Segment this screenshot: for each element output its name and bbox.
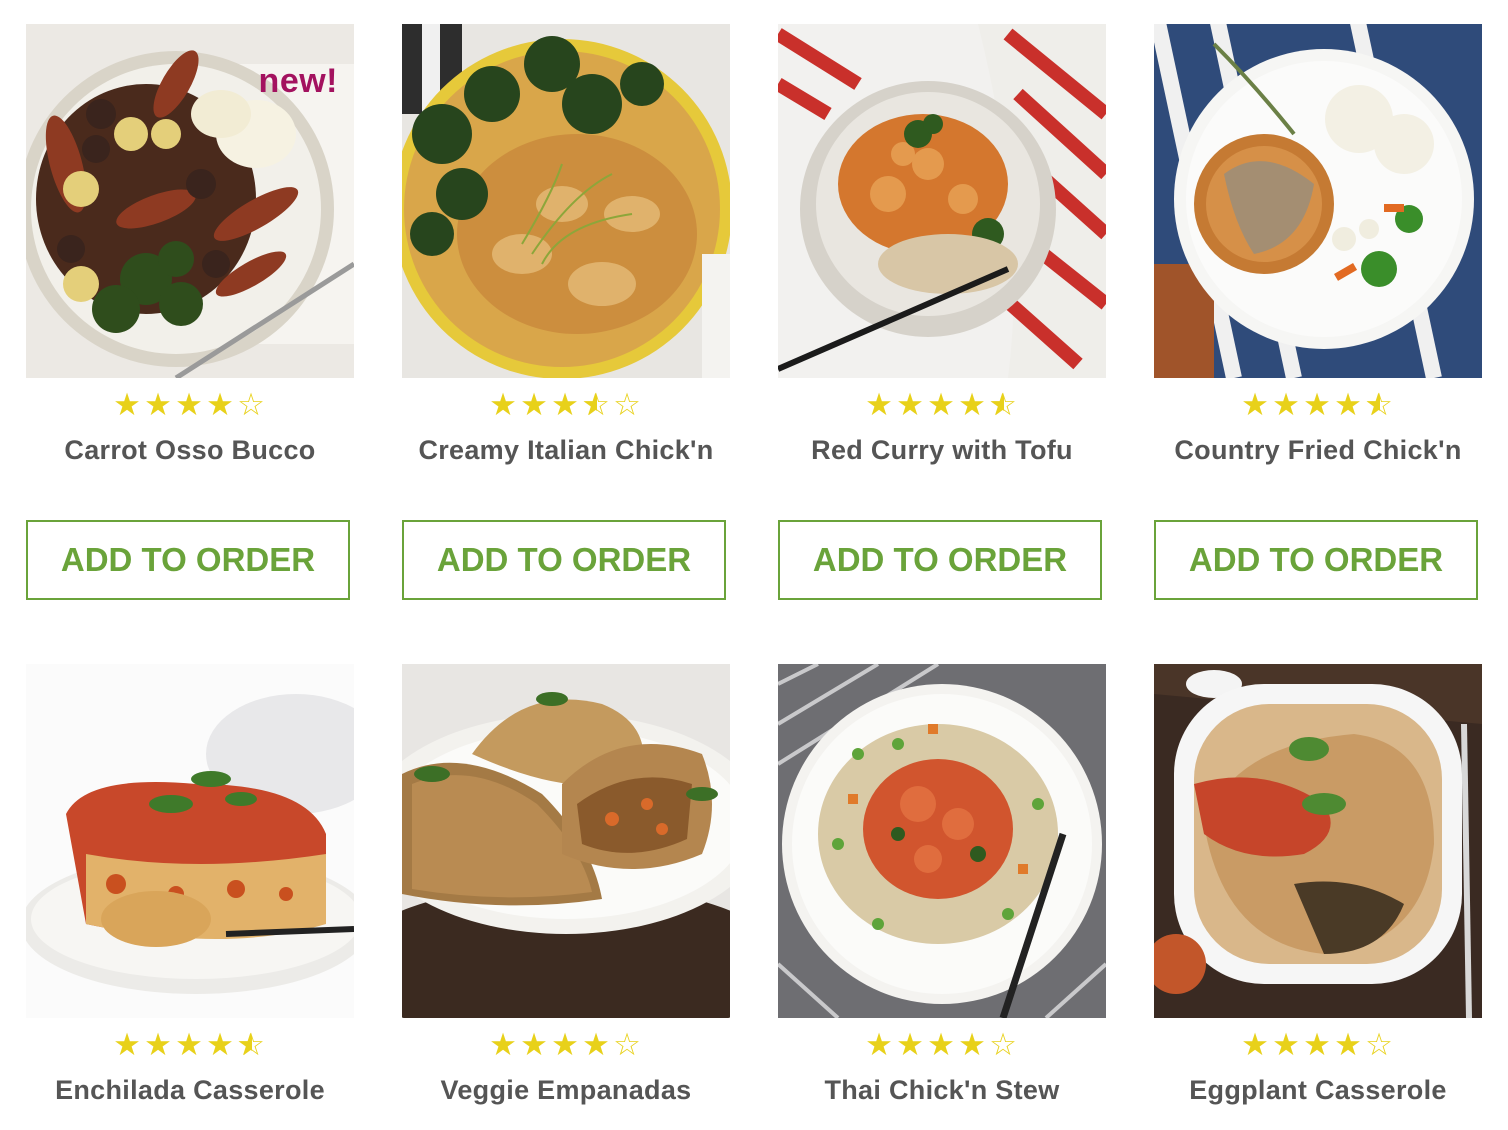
- star-full-icon: ★: [113, 1027, 143, 1062]
- star-full-icon: ★: [896, 1027, 926, 1062]
- product-image[interactable]: new!: [26, 24, 354, 378]
- star-full-icon: ★: [551, 1027, 581, 1062]
- country-fried-photo: [1154, 24, 1482, 378]
- star-half-icon: ☆★: [582, 387, 612, 422]
- star-rating: ★★★★☆★: [26, 1028, 354, 1062]
- eggplant-casserole-photo: [1154, 664, 1482, 1018]
- product-grid: new! ★★★★☆ Carrot Osso Bucco ADD TO ORDE…: [0, 0, 1508, 1130]
- add-to-order-button[interactable]: ADD TO ORDER: [26, 520, 350, 600]
- star-full-icon: ★: [1272, 387, 1302, 422]
- star-full-icon: ★: [520, 387, 550, 422]
- star-empty-icon: ☆: [613, 387, 643, 422]
- product-card: ★★★☆★☆ Creamy Italian Chick'n ADD TO ORD…: [402, 24, 730, 604]
- star-empty-icon: ☆: [613, 1027, 643, 1062]
- star-full-icon: ★: [551, 387, 581, 422]
- star-half-icon: ☆★: [1365, 387, 1395, 422]
- star-full-icon: ★: [175, 1027, 205, 1062]
- star-rating: ★★★★☆: [1154, 1028, 1482, 1062]
- star-full-icon: ★: [144, 387, 174, 422]
- star-full-icon: ★: [520, 1027, 550, 1062]
- star-full-icon: ★: [175, 387, 205, 422]
- enchilada-casserole-photo: [26, 664, 354, 1018]
- star-full-icon: ★: [896, 387, 926, 422]
- creamy-italian-photo: [402, 24, 730, 378]
- product-card: new! ★★★★☆ Carrot Osso Bucco ADD TO ORDE…: [26, 24, 354, 604]
- star-rating: ★★★★☆★: [1154, 388, 1482, 422]
- star-full-icon: ★: [1241, 1027, 1271, 1062]
- product-title[interactable]: Enchilada Casserole: [6, 1075, 374, 1106]
- star-full-icon: ★: [958, 1027, 988, 1062]
- star-full-icon: ★: [489, 387, 519, 422]
- new-badge: new!: [258, 62, 338, 100]
- star-full-icon: ★: [582, 1027, 612, 1062]
- product-image[interactable]: [1154, 664, 1482, 1018]
- add-to-order-button[interactable]: ADD TO ORDER: [1154, 520, 1478, 600]
- star-full-icon: ★: [1241, 387, 1271, 422]
- star-half-icon: ☆★: [237, 1027, 267, 1062]
- product-image[interactable]: [778, 664, 1106, 1018]
- product-image[interactable]: [402, 664, 730, 1018]
- product-card: ★★★★☆ Veggie Empanadas: [402, 664, 730, 1130]
- star-full-icon: ★: [865, 387, 895, 422]
- add-to-order-button[interactable]: ADD TO ORDER: [778, 520, 1102, 600]
- product-card: ★★★★☆★ Country Fried Chick'n ADD TO ORDE…: [1154, 24, 1482, 604]
- star-full-icon: ★: [1334, 1027, 1364, 1062]
- star-full-icon: ★: [865, 1027, 895, 1062]
- product-image[interactable]: [402, 24, 730, 378]
- star-full-icon: ★: [489, 1027, 519, 1062]
- star-full-icon: ★: [1303, 1027, 1333, 1062]
- product-card: ★★★★☆ Eggplant Casserole: [1154, 664, 1482, 1130]
- star-full-icon: ★: [113, 387, 143, 422]
- star-full-icon: ★: [927, 387, 957, 422]
- star-empty-icon: ☆: [1365, 1027, 1395, 1062]
- star-rating: ★★★★☆★: [778, 388, 1106, 422]
- star-rating: ★★★★☆: [402, 1028, 730, 1062]
- star-full-icon: ★: [206, 387, 236, 422]
- star-full-icon: ★: [927, 1027, 957, 1062]
- star-half-icon: ☆★: [989, 387, 1019, 422]
- star-rating: ★★★★☆: [778, 1028, 1106, 1062]
- star-full-icon: ★: [1334, 387, 1364, 422]
- product-image[interactable]: [778, 24, 1106, 378]
- product-title[interactable]: Creamy Italian Chick'n: [382, 435, 750, 466]
- product-title[interactable]: Country Fried Chick'n: [1134, 435, 1502, 466]
- star-empty-icon: ☆: [989, 1027, 1019, 1062]
- star-rating: ★★★☆★☆: [402, 388, 730, 422]
- product-title[interactable]: Carrot Osso Bucco: [6, 435, 374, 466]
- product-title[interactable]: Veggie Empanadas: [382, 1075, 750, 1106]
- product-title[interactable]: Red Curry with Tofu: [758, 435, 1126, 466]
- star-rating: ★★★★☆: [26, 388, 354, 422]
- product-title[interactable]: Thai Chick'n Stew: [758, 1075, 1126, 1106]
- product-card: ★★★★☆★ Red Curry with Tofu ADD TO ORDER: [778, 24, 1106, 604]
- red-curry-photo: [778, 24, 1106, 378]
- star-full-icon: ★: [958, 387, 988, 422]
- star-empty-icon: ☆: [237, 387, 267, 422]
- thai-stew-photo: [778, 664, 1106, 1018]
- product-title[interactable]: Eggplant Casserole: [1134, 1075, 1502, 1106]
- product-image[interactable]: [1154, 24, 1482, 378]
- product-image[interactable]: [26, 664, 354, 1018]
- add-to-order-button[interactable]: ADD TO ORDER: [402, 520, 726, 600]
- star-full-icon: ★: [206, 1027, 236, 1062]
- star-full-icon: ★: [144, 1027, 174, 1062]
- star-full-icon: ★: [1303, 387, 1333, 422]
- product-card: ★★★★☆ Thai Chick'n Stew: [778, 664, 1106, 1130]
- product-card: ★★★★☆★ Enchilada Casserole: [26, 664, 354, 1130]
- veggie-empanadas-photo: [402, 664, 730, 1018]
- star-full-icon: ★: [1272, 1027, 1302, 1062]
